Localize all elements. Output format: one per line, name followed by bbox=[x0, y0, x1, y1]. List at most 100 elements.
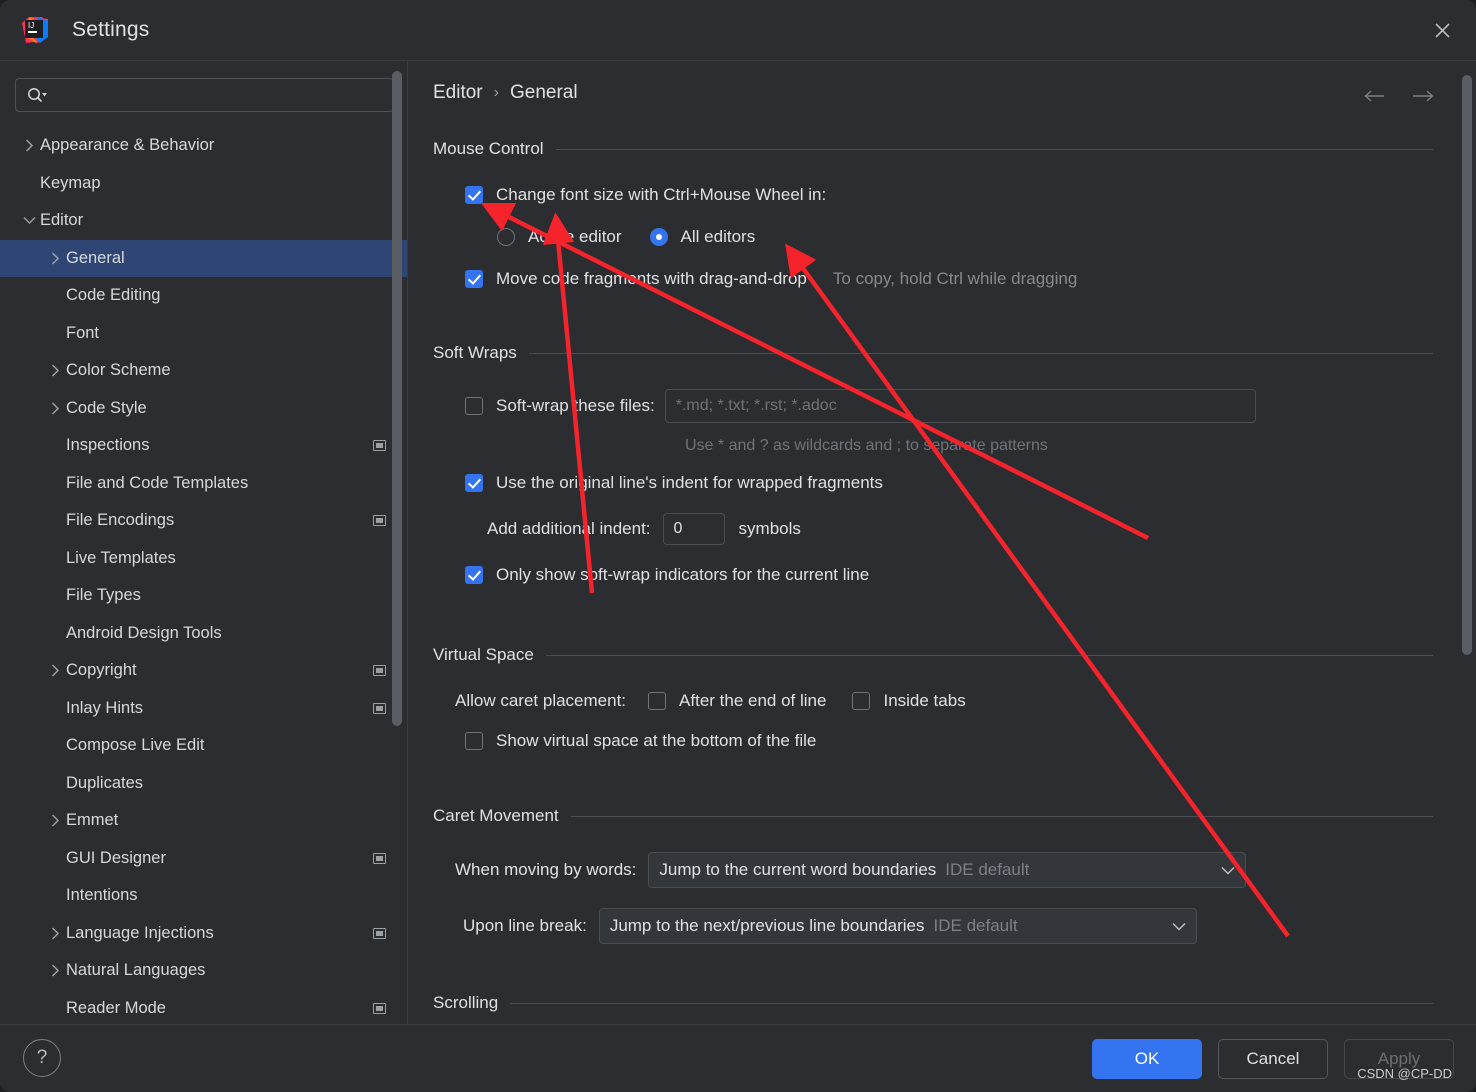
checkbox-box[interactable] bbox=[465, 397, 483, 415]
chevron-right-icon[interactable] bbox=[44, 664, 66, 677]
project-scope-badge-icon bbox=[373, 852, 386, 864]
chevron-right-icon[interactable] bbox=[44, 252, 66, 265]
additional-indent-value: 0 bbox=[673, 520, 683, 537]
chevron-down-icon bbox=[1172, 918, 1186, 934]
sidebar-item-file-types[interactable]: File Types bbox=[0, 577, 407, 615]
ok-button[interactable]: OK bbox=[1092, 1039, 1202, 1079]
chevron-down-icon[interactable] bbox=[18, 216, 40, 225]
radio-active-editor[interactable] bbox=[497, 228, 515, 246]
chevron-right-icon[interactable] bbox=[44, 964, 66, 977]
sidebar-item-editor[interactable]: Editor bbox=[0, 202, 407, 240]
checkbox-change-font-size[interactable]: Change font size with Ctrl+Mouse Wheel i… bbox=[465, 185, 1433, 205]
sidebar-item-natural-languages[interactable]: Natural Languages bbox=[0, 952, 407, 990]
sidebar-item-label: Code Style bbox=[66, 398, 147, 417]
checkbox-box[interactable] bbox=[465, 474, 483, 492]
breadcrumb-separator-icon: › bbox=[493, 84, 499, 101]
arrow-right-icon[interactable] bbox=[1412, 86, 1434, 109]
upon-line-break-row: Upon line break: Jump to the next/previo… bbox=[463, 908, 1433, 944]
breadcrumb-current: General bbox=[509, 82, 578, 103]
sidebar-item-intentions[interactable]: Intentions bbox=[0, 877, 407, 915]
additional-indent-input[interactable]: 0 bbox=[662, 513, 725, 545]
cancel-button[interactable]: Cancel bbox=[1218, 1039, 1328, 1079]
sidebar-item-label: Android Design Tools bbox=[66, 623, 222, 642]
sidebar-item-emmet[interactable]: Emmet bbox=[0, 802, 407, 840]
sidebar-item-font[interactable]: Font bbox=[0, 315, 407, 353]
section-mouse-control: Mouse Control Change font size with Ctrl… bbox=[433, 139, 1433, 289]
dropdown-value: Jump to the next/previous line boundarie… bbox=[609, 916, 925, 935]
checkbox-box[interactable] bbox=[465, 270, 483, 288]
section-header: Mouse Control bbox=[433, 139, 1433, 159]
sidebar-item-general[interactable]: General bbox=[0, 239, 407, 277]
soft-wrap-patterns-input[interactable]: *.md; *.txt; *.rst; *.adoc bbox=[664, 389, 1256, 423]
sidebar-item-language-injections[interactable]: Language Injections bbox=[0, 915, 407, 953]
sidebar-scrollbar[interactable] bbox=[392, 71, 402, 726]
svg-text:IJ: IJ bbox=[28, 21, 34, 30]
checkbox-label: Only show soft-wrap indicators for the c… bbox=[496, 565, 870, 584]
checkbox-move-code-fragments[interactable]: Move code fragments with drag-and-drop T… bbox=[465, 269, 1433, 289]
soft-wrap-patterns-value: *.md; *.txt; *.rst; *.adoc bbox=[675, 397, 837, 414]
help-button[interactable]: ? bbox=[23, 1039, 61, 1077]
chevron-right-icon[interactable] bbox=[44, 927, 66, 940]
sidebar-item-code-style[interactable]: Code Style bbox=[0, 390, 407, 428]
sidebar-item-reader-mode[interactable]: Reader Mode bbox=[0, 990, 407, 1025]
chevron-right-icon[interactable] bbox=[44, 402, 66, 415]
sidebar-item-keymap[interactable]: Keymap bbox=[0, 165, 407, 203]
arrow-left-icon[interactable] bbox=[1364, 86, 1386, 109]
when-moving-by-words-dropdown[interactable]: Jump to the current word boundaries IDE … bbox=[648, 852, 1247, 888]
checkbox-original-indent[interactable]: Use the original line's indent for wrapp… bbox=[465, 473, 1433, 493]
checkbox-soft-wrap-files[interactable]: Soft-wrap these files: *.md; *.txt; *.rs… bbox=[465, 389, 1433, 423]
sidebar-item-file-and-code-templates[interactable]: File and Code Templates bbox=[0, 465, 407, 503]
section-divider bbox=[570, 815, 1433, 817]
sidebar-item-compose-live-edit[interactable]: Compose Live Edit bbox=[0, 727, 407, 765]
checkbox-show-virtual-space[interactable]: Show virtual space at the bottom of the … bbox=[465, 731, 1433, 751]
chevron-right-icon[interactable] bbox=[44, 364, 66, 377]
main-panel-scrollbar[interactable] bbox=[1462, 75, 1472, 655]
sidebar-item-label: Appearance & Behavior bbox=[40, 136, 215, 155]
watermark: CSDN @CP-DD bbox=[1357, 1066, 1452, 1081]
chevron-right-icon[interactable] bbox=[18, 139, 40, 152]
radio-all-editors[interactable] bbox=[649, 228, 668, 246]
section-soft-wraps: Soft Wraps Soft-wrap these files: *.md; … bbox=[433, 343, 1433, 585]
close-icon[interactable] bbox=[1424, 12, 1460, 48]
window-title: Settings bbox=[72, 18, 150, 41]
sidebar-item-code-editing[interactable]: Code Editing bbox=[0, 277, 407, 315]
project-scope-badge-icon bbox=[373, 665, 386, 677]
checkbox-box[interactable] bbox=[465, 732, 483, 750]
intellij-idea-logo-icon: IJ bbox=[20, 15, 50, 45]
sidebar-item-appearance-behavior[interactable]: Appearance & Behavior bbox=[0, 127, 407, 165]
upon-line-break-dropdown[interactable]: Jump to the next/previous line boundarie… bbox=[598, 908, 1197, 944]
section-title: Caret Movement bbox=[433, 806, 559, 825]
sidebar-item-live-templates[interactable]: Live Templates bbox=[0, 540, 407, 578]
search-input[interactable] bbox=[15, 78, 394, 112]
dialog-footer: ? OK Cancel Apply bbox=[0, 1024, 1476, 1092]
sidebar-item-label: Natural Languages bbox=[66, 961, 206, 980]
sidebar-item-gui-designer[interactable]: GUI Designer bbox=[0, 840, 407, 878]
checkbox-after-end-of-line[interactable] bbox=[648, 692, 667, 710]
checkbox-box[interactable] bbox=[465, 566, 483, 584]
sidebar-item-duplicates[interactable]: Duplicates bbox=[0, 765, 407, 803]
navigation-arrows bbox=[1364, 86, 1434, 109]
settings-main-panel: Editor › General Mouse Control Change fo… bbox=[409, 61, 1476, 1024]
checkbox-label: Soft-wrap these files: bbox=[496, 396, 655, 415]
checkbox-inside-tabs[interactable] bbox=[852, 692, 871, 710]
sidebar-item-copyright[interactable]: Copyright bbox=[0, 652, 407, 690]
wildcard-hint: Use * and ? as wildcards and ; to separa… bbox=[685, 437, 1048, 454]
breadcrumb-parent[interactable]: Editor bbox=[433, 82, 483, 104]
sidebar-item-inlay-hints[interactable]: Inlay Hints bbox=[0, 690, 407, 728]
checkbox-softwrap-indicators[interactable]: Only show soft-wrap indicators for the c… bbox=[465, 565, 1433, 585]
section-divider bbox=[528, 352, 1433, 354]
chevron-right-icon[interactable] bbox=[44, 814, 66, 827]
dropdown-suffix: IDE default bbox=[945, 860, 1030, 879]
sidebar-item-android-design-tools[interactable]: Android Design Tools bbox=[0, 615, 407, 653]
section-caret-movement: Caret Movement When moving by words: Jum… bbox=[433, 806, 1433, 944]
sidebar-item-color-scheme[interactable]: Color Scheme bbox=[0, 352, 407, 390]
section-title: Soft Wraps bbox=[433, 343, 517, 362]
sidebar-item-file-encodings[interactable]: File Encodings bbox=[0, 502, 407, 540]
project-scope-badge-icon bbox=[373, 440, 386, 452]
sidebar-item-inspections[interactable]: Inspections bbox=[0, 427, 407, 465]
wildcard-hint-row: Use * and ? as wildcards and ; to separa… bbox=[685, 437, 1433, 455]
checkbox-box[interactable] bbox=[465, 186, 483, 204]
sidebar-item-label: File Types bbox=[66, 586, 141, 605]
checkbox-label: Show virtual space at the bottom of the … bbox=[496, 731, 817, 750]
search-icon bbox=[26, 86, 48, 104]
